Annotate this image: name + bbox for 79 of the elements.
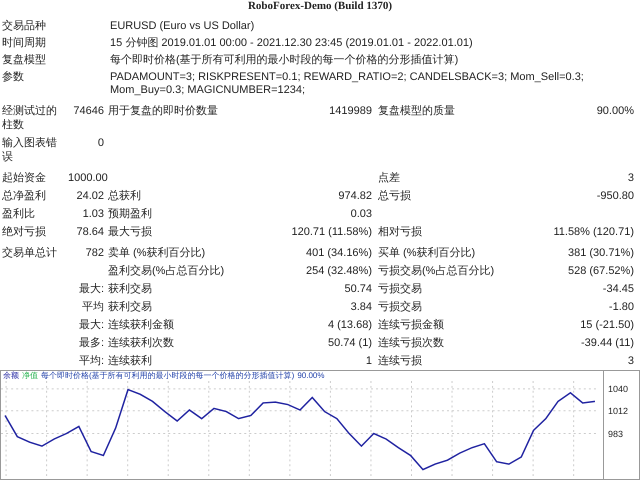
stat-value: 11.58% (120.71) — [553, 226, 634, 238]
stat-label: 买单 (%获利百分比) — [378, 247, 476, 259]
stat-label: 亏损交易 — [378, 301, 422, 313]
y-axis-label: 1040 — [608, 384, 628, 394]
legend-label: 余额 — [3, 371, 19, 381]
stat-label: 连续亏损 — [378, 355, 422, 367]
stat-label: 复盘模型的质量 — [378, 105, 455, 117]
legend-label: 净值 — [22, 371, 38, 381]
stat-value: 50.74 (1) — [328, 337, 372, 349]
stat-value: 974.82 — [338, 190, 372, 202]
y-axis-label: 983 — [608, 428, 624, 439]
stat-value: -1.80 — [608, 301, 634, 313]
stat-label: 获利交易 — [108, 301, 152, 313]
stat-label: 平均: — [78, 354, 105, 368]
stat-label: 绝对亏损 — [2, 226, 46, 238]
stat-value: 254 (32.48%) — [306, 265, 372, 277]
stat-label: 亏损交易 — [378, 283, 422, 295]
stat-value: 3.84 — [350, 301, 372, 313]
stat-label: 预期盈利 — [108, 208, 152, 220]
stat-value: 15 (-21.50) — [580, 319, 634, 331]
stat-value: 74646 — [73, 105, 104, 117]
stat-value: -39.44 (11) — [581, 337, 634, 349]
stat-value: 0 — [98, 137, 104, 149]
stat-label: 总净盈利 — [2, 190, 46, 202]
stat-value: 3 — [628, 355, 634, 367]
stat-label: 连续获利次数 — [108, 337, 174, 349]
stat-label: 输入图表错误 — [2, 137, 57, 163]
report-title: RoboForex-Demo (Build 1370) — [248, 0, 392, 12]
stat-value: 90.00% — [596, 105, 634, 117]
stat-label: 起始资金 — [2, 172, 46, 184]
info-label: 复盘模型 — [1, 54, 47, 67]
stat-label: 最大: — [78, 282, 105, 296]
stat-label: 获利交易 — [108, 283, 152, 295]
info-label: 参数 — [1, 71, 25, 85]
stat-label: 连续获利 — [108, 355, 152, 367]
stat-label: 盈利比 — [2, 208, 35, 220]
info-value: 15 分钟图 2019.01.01 00:00 - 2021.12.30 23:45 (2019.01.01 - 2022.01.01) — [110, 37, 474, 50]
stat-label: 亏损交易(%占总百分比) — [378, 265, 494, 277]
stat-value: 0.03 — [350, 208, 372, 220]
stat-value: 120.71 (11.58%) — [291, 226, 372, 238]
stat-value: 782 — [86, 247, 104, 259]
stat-label: 卖单 (%获利百分比) — [108, 247, 206, 259]
stat-value: 401 (34.16%) — [306, 247, 372, 259]
info-value: PADAMOUNT=3; RISKPRESENT=0.1; REWARD_RATIO=2; CANDELSBACK=3; Mom_Sell=0.3; Mom_Buy=0.3; MAGICNUMBER=1234; — [110, 71, 585, 97]
stat-value: 1 — [366, 355, 372, 367]
stat-value: 1.03 — [82, 208, 104, 220]
stat-value: 528 (67.52%) — [568, 265, 634, 277]
stat-label: 点差 — [378, 172, 400, 184]
legend-label: 每个即时价格(基于所有可利用的最小时段的每一个价格的分形插值计算) — [41, 371, 294, 381]
stat-label: 连续亏损次数 — [378, 337, 444, 349]
stat-label: 相对亏损 — [378, 226, 422, 238]
stat-value: 4 (13.68) — [328, 319, 372, 331]
info-value: 每个即时价格(基于所有可利用的最小时段的每一个价格的分形插值计算) — [110, 54, 460, 67]
info-label: 交易品种 — [1, 20, 47, 33]
stat-label: 连续获利金额 — [108, 319, 174, 331]
stat-value: 24.02 — [76, 190, 104, 202]
stat-label: 总亏损 — [378, 190, 411, 202]
stat-label: 最多: — [78, 336, 105, 350]
stat-label: 最大: — [78, 318, 105, 332]
stat-value: -950.80 — [596, 190, 634, 202]
stat-label: 用于复盘的即时价数量 — [108, 105, 218, 117]
y-axis-label: 1012 — [608, 406, 628, 416]
stat-value: 50.74 — [344, 283, 372, 295]
info-value: EURUSD (Euro vs US Dollar) — [110, 20, 256, 33]
stat-value: 78.64 — [76, 226, 104, 238]
legend-label: 90.00% — [297, 371, 324, 381]
info-label: 时间周期 — [1, 37, 47, 50]
stat-label: 交易单总计 — [2, 247, 57, 259]
stat-value: 1000.00 — [68, 172, 108, 184]
stat-label: 经测试过的柱数 — [2, 105, 57, 131]
stat-value: 3 — [628, 172, 634, 184]
stat-label: 平均 — [81, 300, 105, 314]
stat-label: 最大亏损 — [108, 226, 152, 238]
stat-value: -34.45 — [602, 283, 634, 295]
stat-label: 盈利交易(%占总百分比) — [108, 265, 224, 277]
stat-value: 381 (30.71%) — [568, 247, 634, 259]
stat-label: 总获利 — [108, 190, 141, 202]
stat-label: 连续亏损金额 — [378, 319, 444, 331]
stat-value: 1419989 — [329, 105, 372, 117]
